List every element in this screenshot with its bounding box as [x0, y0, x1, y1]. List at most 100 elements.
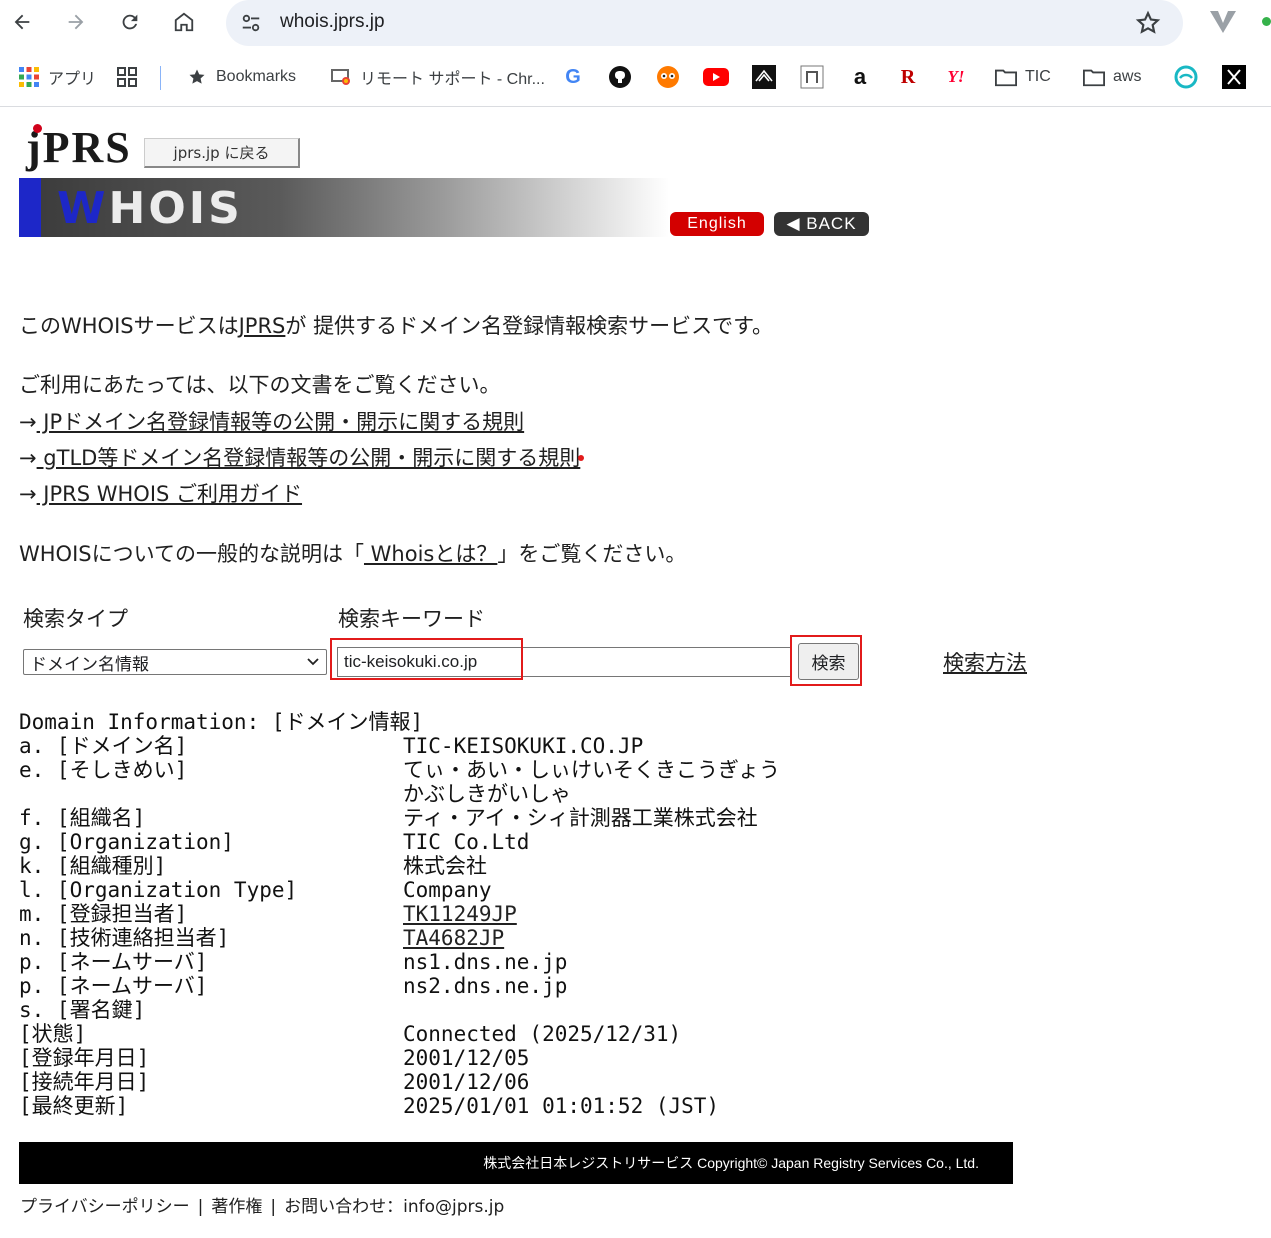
result-label: a. [ドメイン名] [19, 734, 188, 758]
button-highlight-box [790, 635, 862, 686]
yahoo-icon: Y! [947, 67, 965, 86]
bookmark-folder-tic[interactable]: TIC [995, 54, 1051, 100]
banner-blue-stripe [19, 178, 41, 237]
jprs-logo[interactable]: jPRS [26, 122, 132, 173]
bookmark-amazon[interactable]: a [847, 54, 873, 100]
folder-icon [1083, 66, 1105, 88]
profile-indicator[interactable] [1262, 17, 1271, 26]
tab-groups-button[interactable] [116, 54, 146, 100]
bookmark-bookmarks[interactable]: Bookmarks [186, 54, 296, 100]
extension-v-icon[interactable] [1208, 9, 1238, 35]
footer-bar: 株式会社日本レジストリサービス Copyright© Japan Registr… [19, 1142, 1013, 1184]
url-text[interactable]: whois.jprs.jp [280, 11, 385, 33]
whois-about-link[interactable]: Whoisとは？ [364, 542, 498, 566]
n-logo-icon [799, 64, 825, 90]
result-label: [最終更新] [19, 1094, 129, 1118]
rule-link-gtld-label[interactable]: gTLD等ドメイン名登録情報等の公開・開示に関する規則 [37, 446, 580, 470]
result-value: かぶしきがいしゃ [403, 782, 571, 806]
home-icon[interactable] [170, 8, 198, 36]
result-label: [接続年月日] [19, 1070, 150, 1094]
bookmark-rakuten[interactable]: R [895, 54, 921, 100]
english-button[interactable]: English [670, 212, 764, 236]
bookmark-tic-label: TIC [1025, 68, 1051, 85]
toolbar-divider [0, 106, 1271, 107]
general-text: WHOISについての一般的な説明は「 [19, 542, 364, 566]
arrow-icon: → [19, 482, 37, 506]
intro-text: このWHOISサービスは [19, 314, 239, 338]
swirl-logo-icon [1173, 64, 1199, 90]
result-label: [状態] [19, 1022, 87, 1046]
result-label: g. [Organization] [19, 830, 234, 854]
chevron-down-icon [307, 658, 319, 666]
bookmark-apps[interactable]: アプリ [18, 54, 96, 100]
bookmarks-bar: アプリ Bookmarks リモート サポート - Chr... G a R Y… [0, 54, 1271, 100]
result-label: s. [署名鍵] [19, 998, 146, 1022]
bookmark-remote-support[interactable]: リモート サポート - Chr... [330, 54, 545, 100]
footer-separator: | [270, 1197, 277, 1217]
result-label: n. [技術連絡担当者] [19, 926, 230, 950]
bookmark-x[interactable] [1221, 54, 1247, 100]
arrow-icon: → [19, 446, 37, 470]
result-value: 2001/12/05 [403, 1046, 530, 1070]
results-heading: Domain Information: [ドメイン情報] [19, 710, 424, 734]
rule-link-jp[interactable]: → JPドメイン名登録情報等の公開・開示に関する規則 [19, 406, 524, 436]
bookmark-google[interactable]: G [560, 54, 586, 100]
bookmarks-divider [160, 66, 161, 90]
general-explanation: WHOISについての一般的な説明は「 Whoisとは？」をご覧ください。 [19, 538, 686, 568]
rule-link-gtld[interactable]: → gTLD等ドメイン名登録情報等の公開・開示に関する規則 [19, 442, 580, 472]
bookmark-wave[interactable] [751, 54, 777, 100]
result-value: 株式会社 [403, 854, 487, 878]
result-label: p. [ネームサーバ] [19, 950, 208, 974]
result-value: ns1.dns.ne.jp [403, 950, 568, 974]
bookmark-yahoo[interactable]: Y! [943, 54, 969, 100]
reload-icon[interactable] [116, 8, 144, 36]
contact-info[interactable]: お問い合わせ：info@jprs.jp [284, 1197, 504, 1217]
back-button[interactable]: ◀ BACK [774, 212, 869, 236]
bookmark-owl[interactable] [655, 54, 681, 100]
forward-arrow-icon[interactable] [62, 8, 90, 36]
wave-logo-icon [751, 64, 777, 90]
site-info-icon[interactable] [240, 12, 262, 34]
input-highlight-box [330, 638, 523, 680]
bookmark-n[interactable] [799, 54, 825, 100]
address-bar[interactable]: whois.jprs.jp [226, 0, 1183, 46]
amazon-icon: a [853, 64, 867, 89]
tech-contact-handle-link[interactable]: TA4682JP [403, 926, 504, 950]
apps-grid-icon [18, 66, 40, 88]
rakuten-icon: R [900, 65, 916, 88]
bookmark-aws-label: aws [1113, 68, 1142, 85]
footer-separator: | [197, 1197, 204, 1217]
result-label: [登録年月日] [19, 1046, 150, 1070]
search-help-link[interactable]: 検索方法 [943, 647, 1027, 677]
result-value: TIC Co.Ltd [403, 830, 530, 854]
search-type-select[interactable]: ドメイン名情報 [23, 649, 327, 675]
google-icon: G [565, 65, 581, 88]
result-value: TIC-KEISOKUKI.CO.JP [403, 734, 644, 758]
star-filled-icon [186, 66, 208, 88]
jprs-link[interactable]: JPRS [239, 314, 286, 338]
back-arrow-icon[interactable] [8, 8, 36, 36]
result-value: てぃ・あい・しぃけいそくきこうぎょう [403, 758, 780, 782]
privacy-policy-link[interactable]: プライバシーポリシー [20, 1197, 190, 1217]
bookmark-folder-aws[interactable]: aws [1083, 54, 1141, 100]
result-value: Connected (2025/12/31) [403, 1022, 682, 1046]
mouse-cursor-marker [578, 455, 584, 461]
result-value: ns2.dns.ne.jp [403, 974, 568, 998]
back-to-jprs-button[interactable]: jprs.jp に戻る [144, 138, 300, 168]
registrant-handle-link[interactable]: TK11249JP [403, 902, 517, 926]
logo-dot-icon [33, 124, 42, 133]
bookmark-edge[interactable] [1173, 54, 1199, 100]
rule-link-guide[interactable]: → JPRS WHOIS ご利用ガイド [19, 478, 302, 508]
copyright-link[interactable]: 著作権 [211, 1197, 262, 1217]
github-icon [607, 64, 633, 90]
general-text: 」をご覧ください。 [497, 542, 687, 566]
footer-links: プライバシーポリシー | 著作権 | お問い合わせ：info@jprs.jp [20, 1192, 504, 1217]
rule-link-guide-label[interactable]: JPRS WHOIS ご利用ガイド [37, 482, 302, 506]
bookmark-star-icon[interactable] [1135, 10, 1161, 36]
result-label: p. [ネームサーバ] [19, 974, 208, 998]
rule-link-jp-label[interactable]: JPドメイン名登録情報等の公開・開示に関する規則 [37, 410, 524, 434]
bookmark-bookmarks-label: Bookmarks [216, 68, 297, 85]
bookmark-github[interactable] [607, 54, 633, 100]
bookmark-youtube[interactable] [703, 54, 729, 100]
remote-support-icon [330, 66, 352, 88]
